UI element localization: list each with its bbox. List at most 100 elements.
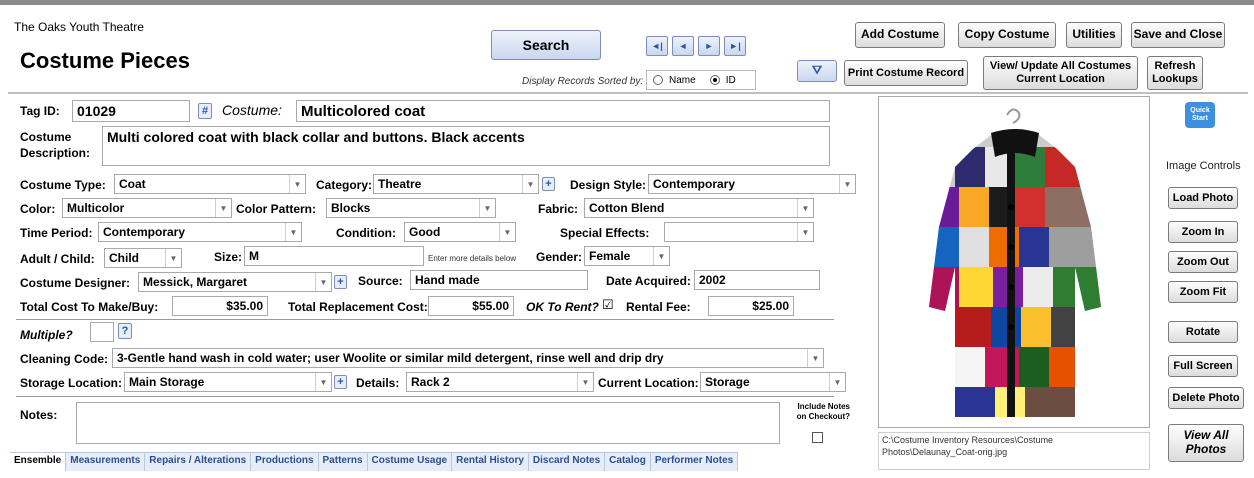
- storage-location-select[interactable]: Main Storage ▼: [124, 372, 332, 392]
- update-all-button[interactable]: View/ Update All Costumes Current Locati…: [983, 56, 1138, 90]
- delete-photo-button[interactable]: Delete Photo: [1168, 387, 1244, 409]
- design-style-value: Contemporary: [653, 177, 736, 191]
- rental-fee-field[interactable]: $25.00: [708, 296, 794, 316]
- chevron-down-icon[interactable]: ▼: [797, 223, 813, 241]
- copy-costume-button[interactable]: Copy Costume: [958, 22, 1056, 48]
- chevron-down-icon[interactable]: ▼: [215, 199, 231, 217]
- size-field[interactable]: M: [244, 246, 424, 266]
- storage-location-value: Main Storage: [129, 375, 205, 389]
- full-screen-button[interactable]: Full Screen: [1168, 355, 1238, 377]
- chevron-down-icon[interactable]: ▼: [807, 349, 823, 367]
- next-record-button[interactable]: ►: [698, 36, 720, 56]
- rotate-button[interactable]: Rotate: [1168, 321, 1238, 343]
- costume-name-field[interactable]: Multicolored coat: [296, 100, 830, 122]
- time-period-select[interactable]: Contemporary ▼: [98, 222, 302, 242]
- more-details-note: Enter more details below: [428, 254, 517, 263]
- notes-field[interactable]: [76, 402, 780, 444]
- add-category-button[interactable]: +: [542, 177, 555, 191]
- special-effects-select[interactable]: ▼: [664, 222, 814, 242]
- zoom-fit-button[interactable]: Zoom Fit: [1168, 281, 1238, 303]
- refresh-lookups-button[interactable]: Refresh Lookups: [1147, 56, 1203, 90]
- color-select[interactable]: Multicolor ▼: [62, 198, 232, 218]
- tab-discard-notes[interactable]: Discard Notes: [528, 453, 606, 471]
- chevron-down-icon[interactable]: ▼: [797, 199, 813, 217]
- notes-label: Notes:: [20, 408, 58, 422]
- chevron-down-icon[interactable]: ▼: [289, 175, 305, 193]
- zoom-in-button[interactable]: Zoom In: [1168, 221, 1238, 243]
- utilities-button[interactable]: Utilities: [1066, 22, 1122, 48]
- tab-costume-usage[interactable]: Costume Usage: [367, 453, 453, 471]
- search-button[interactable]: Search: [491, 30, 601, 60]
- tab-ensemble[interactable]: Ensemble: [10, 453, 67, 471]
- load-photo-button[interactable]: Load Photo: [1168, 187, 1238, 209]
- chevron-down-icon[interactable]: ▼: [499, 223, 515, 241]
- chevron-down-icon[interactable]: ▼: [479, 199, 495, 217]
- sort-id-label: ID: [725, 74, 736, 86]
- include-notes-checkbox[interactable]: [812, 432, 823, 443]
- fabric-label: Fabric:: [538, 202, 579, 216]
- first-record-button[interactable]: ◄|: [646, 36, 668, 56]
- sort-label: Display Records Sorted by:: [522, 76, 644, 87]
- tab-productions[interactable]: Productions: [251, 453, 319, 471]
- add-costume-button[interactable]: Add Costume: [855, 22, 945, 48]
- fabric-select[interactable]: Cotton Blend ▼: [584, 198, 814, 218]
- tag-number-button[interactable]: #: [198, 103, 212, 119]
- details-select[interactable]: Rack 2 ▼: [406, 372, 594, 392]
- add-storage-button[interactable]: +: [334, 375, 347, 389]
- view-all-photos-button[interactable]: View All Photos: [1168, 424, 1244, 462]
- tab-catalog[interactable]: Catalog: [605, 453, 651, 471]
- add-designer-button[interactable]: +: [334, 275, 347, 289]
- tab-performer-notes[interactable]: Performer Notes: [650, 453, 739, 471]
- description-field[interactable]: Multi colored coat with black collar and…: [102, 126, 830, 166]
- source-field[interactable]: Hand made: [410, 270, 588, 290]
- chevron-down-icon[interactable]: ▼: [839, 175, 855, 193]
- date-acquired-field[interactable]: 2002: [694, 270, 820, 290]
- gender-select[interactable]: Female ▼: [584, 246, 670, 266]
- tab-repairs-alterations[interactable]: Repairs / Alterations: [145, 453, 252, 471]
- include-notes-label: Include Notes on Checkout?: [784, 402, 850, 423]
- chevron-down-icon[interactable]: ▼: [577, 373, 593, 391]
- tab-patterns[interactable]: Patterns: [318, 453, 368, 471]
- chevron-down-icon[interactable]: ▼: [315, 373, 331, 391]
- chevron-down-icon[interactable]: ▼: [829, 373, 845, 391]
- tag-id-field[interactable]: 01029: [72, 100, 190, 122]
- filter-button[interactable]: ⛛: [797, 60, 837, 82]
- total-cost-field[interactable]: $35.00: [172, 296, 268, 316]
- sort-name-radio[interactable]: [653, 75, 663, 85]
- refresh-line2: Lookups: [1152, 73, 1198, 85]
- color-pattern-select[interactable]: Blocks ▼: [326, 198, 496, 218]
- condition-select[interactable]: Good ▼: [404, 222, 516, 242]
- multiple-help-button[interactable]: ?: [118, 323, 132, 339]
- costume-photo[interactable]: [878, 96, 1150, 428]
- tab-rental-history[interactable]: Rental History: [452, 453, 529, 471]
- ok-to-rent-checkbox[interactable]: ☑: [602, 297, 614, 313]
- sort-id-radio[interactable]: [709, 75, 720, 85]
- funnel-icon: ⛛: [811, 63, 823, 78]
- last-record-button[interactable]: ►|: [724, 36, 746, 56]
- costume-type-select[interactable]: Coat ▼: [114, 174, 306, 194]
- design-style-select[interactable]: Contemporary ▼: [648, 174, 856, 194]
- replacement-cost-field[interactable]: $55.00: [428, 296, 514, 316]
- current-location-select[interactable]: Storage ▼: [700, 372, 846, 392]
- cleaning-code-select[interactable]: 3-Gentle hand wash in cold water; user W…: [112, 348, 824, 368]
- chevron-down-icon[interactable]: ▼: [285, 223, 301, 241]
- quick-start-button[interactable]: Quick Start: [1185, 102, 1215, 128]
- chevron-down-icon[interactable]: ▼: [522, 175, 538, 193]
- special-effects-label: Special Effects:: [560, 226, 650, 240]
- costume-designer-select[interactable]: Messick, Margaret ▼: [138, 272, 332, 292]
- adult-child-select[interactable]: Child ▼: [104, 248, 182, 268]
- app-window: The Oaks Youth Theatre Costume Pieces Se…: [0, 0, 1254, 478]
- zoom-out-button[interactable]: Zoom Out: [1168, 251, 1238, 273]
- chevron-down-icon[interactable]: ▼: [315, 273, 331, 291]
- multiple-field[interactable]: [90, 322, 114, 342]
- category-select[interactable]: Theatre ▼: [373, 174, 539, 194]
- design-style-label: Design Style:: [570, 178, 647, 192]
- chevron-down-icon[interactable]: ▼: [165, 249, 181, 267]
- current-location-value: Storage: [705, 375, 750, 389]
- adult-child-value: Child: [109, 251, 139, 265]
- print-record-button[interactable]: Print Costume Record: [844, 60, 968, 86]
- prev-record-button[interactable]: ◄: [672, 36, 694, 56]
- chevron-down-icon[interactable]: ▼: [653, 247, 669, 265]
- save-close-button[interactable]: Save and Close: [1131, 22, 1225, 48]
- tab-measurements[interactable]: Measurements: [66, 453, 146, 471]
